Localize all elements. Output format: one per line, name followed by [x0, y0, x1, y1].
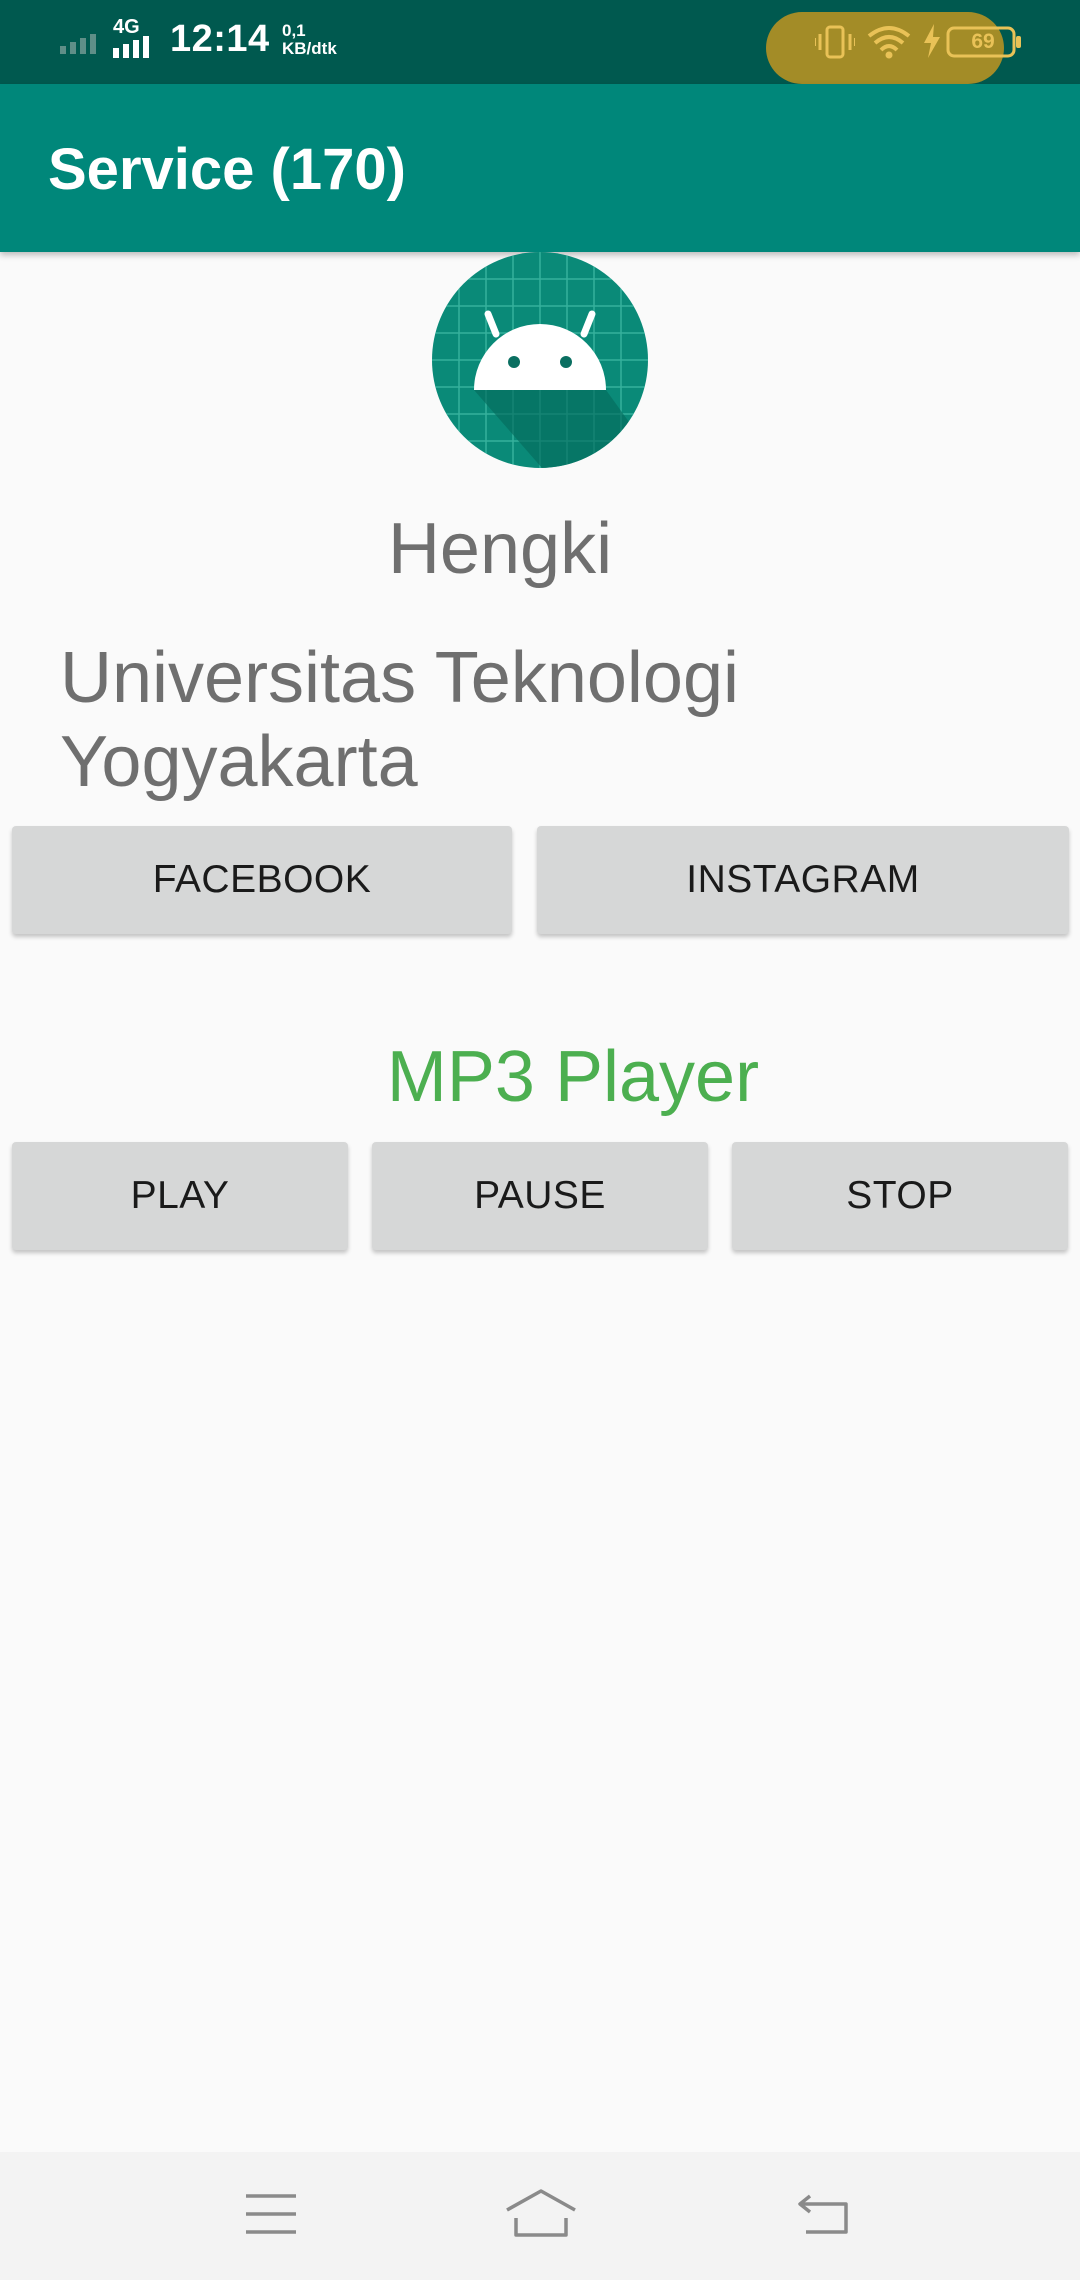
- wifi-icon: [867, 26, 911, 59]
- clock: 12:14: [170, 18, 270, 60]
- play-button[interactable]: PLAY: [12, 1142, 348, 1250]
- instagram-button[interactable]: INSTAGRAM: [537, 826, 1069, 934]
- vibrate-icon: [815, 25, 855, 59]
- mp3-player-title: MP3 Player: [386, 1037, 760, 1117]
- battery-level: 69: [971, 30, 995, 53]
- back-icon[interactable]: [796, 2190, 852, 2236]
- network-speed: 0,1 KB/dtk: [282, 22, 337, 58]
- signal-strength-icon: [113, 36, 149, 58]
- status-bar: 4G 12:14 0,1 KB/dtk 69: [0, 0, 1080, 84]
- menu-icon[interactable]: [244, 2192, 298, 2236]
- charging-icon: [924, 24, 940, 58]
- profile-name: Hengki: [387, 509, 613, 589]
- facebook-button[interactable]: FACEBOOK: [12, 826, 512, 934]
- app-screen: 4G 12:14 0,1 KB/dtk 69 Service (170) Hen…: [0, 0, 1080, 2280]
- android-robot-icon: [432, 252, 648, 468]
- signal-icon: [60, 34, 96, 54]
- page-title: Service (170): [48, 137, 406, 202]
- home-icon[interactable]: [504, 2188, 578, 2238]
- profile-school: Universitas Teknologi Yogyakarta: [60, 638, 740, 802]
- pause-button[interactable]: PAUSE: [372, 1142, 708, 1250]
- network-speed-value: 0,1: [282, 21, 306, 40]
- network-speed-unit: KB/dtk: [282, 39, 337, 58]
- app-bar: Service (170): [0, 84, 1080, 252]
- stop-button[interactable]: STOP: [732, 1142, 1068, 1250]
